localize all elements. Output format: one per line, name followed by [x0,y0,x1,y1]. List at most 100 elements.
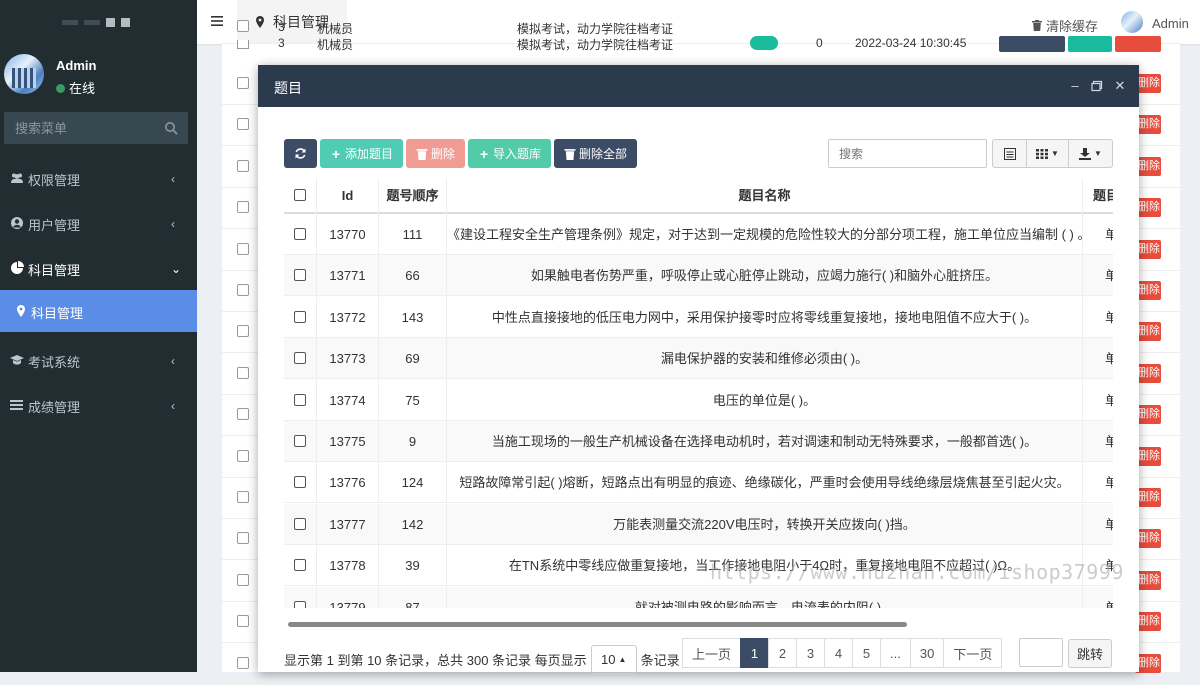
row-checkbox[interactable] [237,20,249,32]
row-checkbox[interactable] [237,491,249,503]
menu-search-input[interactable] [4,112,154,144]
table-row[interactable]: 1377987就对被测电路的影响而言，电流表的内阻( )。单 [284,586,1113,608]
sidebar-item-subjects[interactable]: 科目管理 ⌄ [0,246,197,290]
toggle-view-button[interactable] [993,140,1027,167]
row-checkbox[interactable] [237,325,249,338]
modal-title: 题目 [274,80,302,96]
table-row[interactable]: 13776 124 短路故障常引起( )熔断，短路点出有明显的痕迹、绝缘碳化，严重时… [284,462,1113,504]
row-checkbox[interactable] [294,352,306,365]
row-checkbox[interactable] [294,269,306,282]
row-edit-button[interactable] [1068,36,1112,52]
row-checkbox[interactable] [237,656,249,669]
maximize-icon[interactable] [1090,79,1104,93]
refresh-button[interactable] [284,139,317,168]
row-checkbox[interactable] [294,435,306,447]
search-icon[interactable] [164,121,178,135]
col-type[interactable]: 题目 [1083,178,1113,214]
add-question-button[interactable]: + 添加题目 [320,139,404,168]
page-3-button[interactable]: 3 [796,638,826,668]
row-checkbox[interactable] [237,284,249,296]
page-1-button[interactable]: 1 [740,638,770,668]
sidebar-subitem-subjects[interactable]: 科目管理 [0,290,197,332]
delete-all-button[interactable]: 删除全部 [554,139,638,168]
table-search-input[interactable] [828,139,987,168]
row-checkbox[interactable] [237,118,249,131]
row-checkbox[interactable] [237,573,249,586]
avatar [4,54,44,94]
row-checkbox-cell [284,296,317,338]
row-checkbox[interactable] [237,201,249,214]
status-toggle[interactable] [750,36,778,50]
table-row[interactable]: 13777142万能表测量交流220V电压时，转换开关应拨向( )挡。单 [284,503,1113,545]
sidebar-item-grades[interactable]: 成绩管理 ‹ [0,383,197,427]
table-row[interactable]: 13772 143 中性点直接接地的低压电力网中，采用保护接零时应将零线重复接地，接… [284,296,1113,338]
jump-button[interactable]: 跳转 [1068,639,1112,668]
logo[interactable] [0,0,197,44]
row-checkbox[interactable] [294,393,306,406]
row-checkbox[interactable] [237,366,249,379]
row-checkbox-cell [284,214,317,255]
table-row[interactable]: 13771 66 如果触电者伤势严重，呼吸停止或心脏停止跳动，应竭力施行( )和脑外… [284,255,1113,297]
cell-type: 单 [1083,255,1113,296]
row-checkbox[interactable] [237,242,249,255]
row-checkbox[interactable] [237,532,249,545]
prev-page-button[interactable]: 上一页 [682,638,742,668]
close-icon[interactable]: ✕ [1113,79,1127,93]
delete-button[interactable]: 删除 [406,139,466,168]
col-name[interactable]: 题目名称 [447,178,1083,214]
minimize-icon[interactable]: – [1068,79,1082,93]
cell-order: 111 [379,214,447,255]
select-all-checkbox[interactable] [294,189,306,201]
row-checkbox[interactable] [294,228,306,240]
cell-name: 电压的单位是( )。 [447,379,1083,421]
row-checkbox[interactable] [294,517,306,530]
export-button[interactable]: ▼ [1069,140,1112,167]
page-5-button[interactable]: 5 [852,638,882,668]
row-checkbox[interactable] [237,40,249,49]
row-checkbox[interactable] [237,615,249,628]
row-checkbox[interactable] [294,600,306,608]
row-checkbox[interactable] [294,310,306,323]
table-row[interactable]: 13775 9 当施工现场的一般生产机械设备在选择电动机时，若对调速和制动无特殊要求… [284,421,1113,462]
col-order[interactable]: 题号顺序 [379,178,447,214]
jump-page-input[interactable] [1019,638,1063,667]
page-30-button[interactable]: 30 [909,638,945,668]
row-checkbox[interactable] [294,476,306,489]
import-bank-button[interactable]: + 导入题库 [468,139,552,168]
row-checkbox[interactable] [237,77,249,89]
columns-button[interactable]: ▼ [1027,140,1069,167]
page-4-button[interactable]: 4 [824,638,854,668]
row-checkbox-cell [284,421,317,462]
sidebar-item-exam-system[interactable]: 考试系统 ‹ [0,338,197,382]
chevron-left-icon: ‹ [171,172,175,186]
table-row[interactable]: 1377475电压的单位是( )。单 [284,379,1113,421]
cell-type: 单 [1083,504,1113,545]
row-checkbox[interactable] [237,449,249,462]
add-question-label: 添加题目 [345,147,394,161]
table-row[interactable]: 13770 111 《建设工程安全生产管理条例》规定，对于达到一定规模的危险性较大的… [284,214,1113,255]
sidebar-item-label: 成绩管理 [28,400,81,415]
sidebar-item-users[interactable]: 用户管理 ‹ [0,201,197,245]
row-checkbox[interactable] [237,408,249,421]
pagination-info-text: 显示第 1 到第 10 条记录，总共 300 条记录 每页显示 [284,653,587,668]
table-header: Id 题号顺序 题目名称 题目 [284,178,1113,214]
col-id[interactable]: Id [317,178,379,214]
caret-down-icon: ▼ [1094,149,1102,158]
row-checkbox[interactable] [294,559,306,572]
table-row[interactable]: 1377369漏电保护器的安装和维修必须由( )。单 [284,338,1113,380]
cell-name: 中性点直接接地的低压电力网中，采用保护接零时应将零线重复接地，接地电阻值不应大于… [447,296,1083,338]
row-action-button[interactable] [999,36,1065,52]
chevron-left-icon: ‹ [171,217,175,231]
chevron-down-icon: ⌄ [171,262,182,276]
row-checkbox[interactable] [237,159,249,172]
row-name: 机械员 [317,22,354,36]
sidebar-item-permissions[interactable]: 权限管理 ‹ [0,156,197,200]
horizontal-scrollbar[interactable] [288,622,907,627]
cell-id: 13778 [317,545,379,587]
next-page-button[interactable]: 下一页 [943,638,1003,668]
row-delete-button[interactable] [1115,36,1161,52]
page-size-select[interactable]: 10 ▲ [590,645,637,674]
user-name: Admin [56,58,97,73]
page-2-button[interactable]: 2 [768,638,798,668]
user-circle-icon [11,217,23,229]
